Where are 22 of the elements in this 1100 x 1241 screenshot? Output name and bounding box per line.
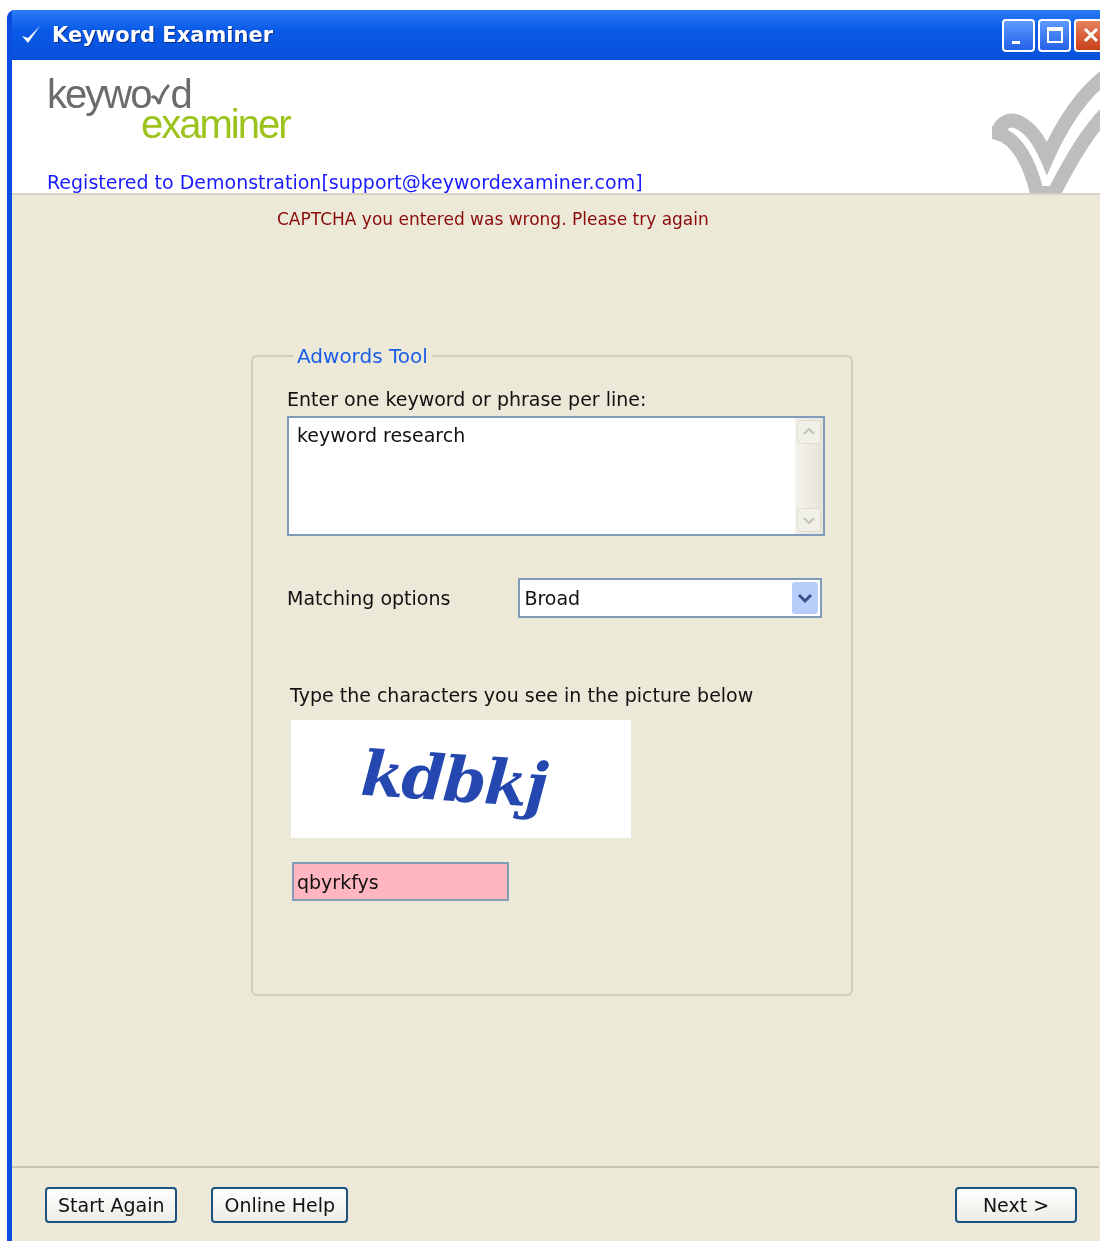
close-button[interactable] [1074,18,1100,52]
minimize-icon [1011,40,1020,44]
registration-text: Registered to Demonstration[support@keywordexaminer.com] [47,171,644,193]
field-label: Matching options [287,587,451,609]
dialog-button[interactable]: Online Help [211,1186,349,1223]
close-icon [1081,26,1100,44]
field-label: Enter one keyword or phrase per line: [287,388,648,410]
maximize-button[interactable] [1038,18,1071,52]
minimize-button[interactable] [1002,18,1035,52]
captcha-text: kdbkj [358,736,549,822]
group-title: Adwords Tool [296,344,429,368]
matching-dropdown[interactable]: Broad [518,578,823,618]
caret-icon [792,582,819,614]
keywords-field[interactable]: keyword research [287,416,825,536]
dialog-button[interactable]: Next > [955,1186,1077,1223]
captcha-prompt: Type the characters you see in the picture below [290,684,755,706]
error-message: CAPTCHA you entered was wrong. Please try again [277,209,710,229]
dialog-button[interactable]: Start Again [45,1186,178,1223]
window-title: Keyword Examiner [52,23,275,47]
maximize-icon [1045,26,1064,44]
captcha-field[interactable]: qbyrkfys [292,862,509,901]
logo-text: d [170,74,191,114]
